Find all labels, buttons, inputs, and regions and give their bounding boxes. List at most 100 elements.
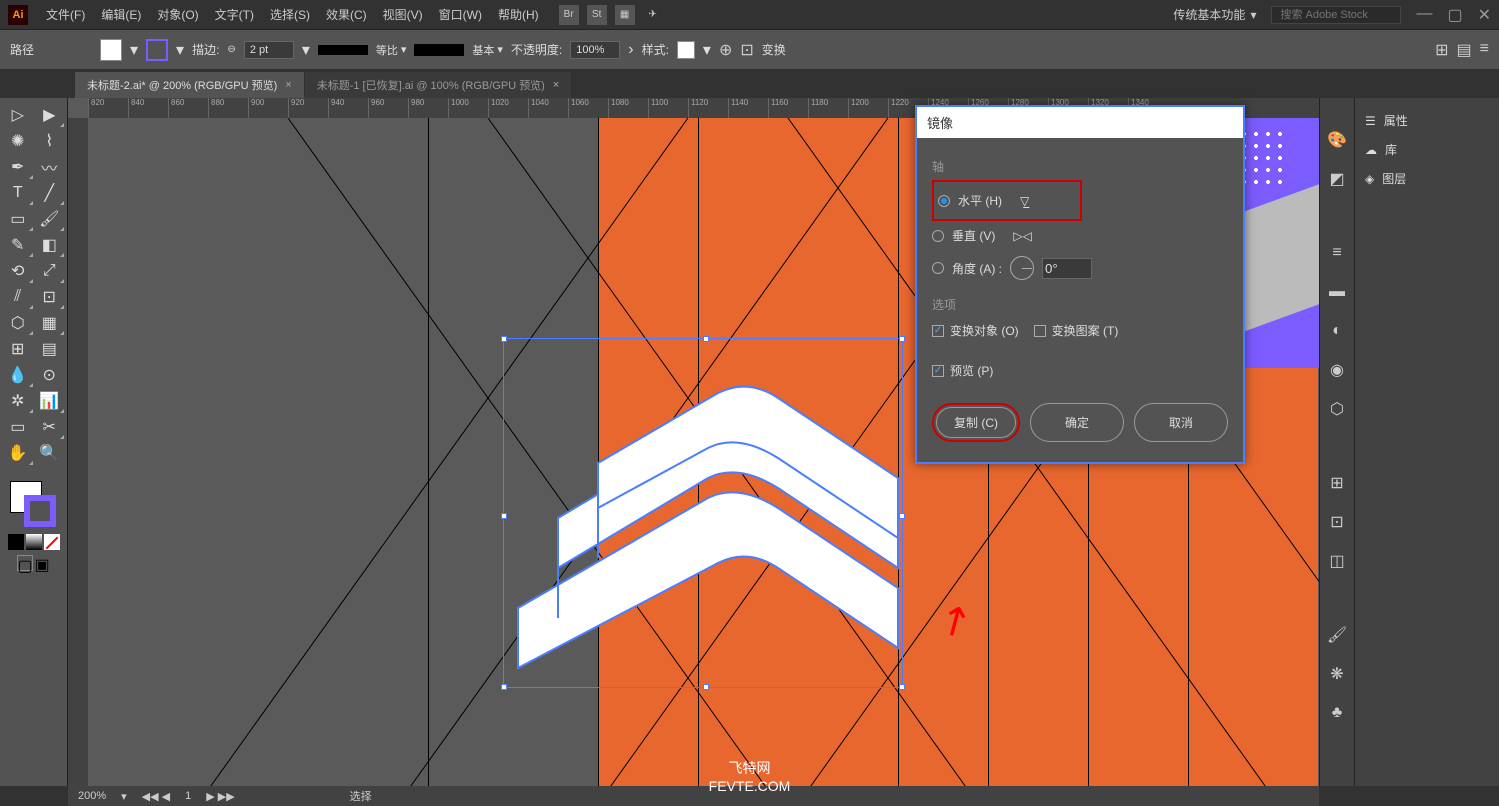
layers-panel-tab[interactable]: ◈ 图层 — [1355, 164, 1499, 193]
direct-selection-tool[interactable]: ▶ — [34, 102, 66, 128]
eyedropper-tool[interactable]: 💧 — [2, 362, 34, 388]
menu-window[interactable]: 窗口(W) — [431, 6, 490, 23]
swatches-panel-icon[interactable]: ◩ — [1325, 167, 1349, 191]
perspective-tool[interactable]: ▦ — [34, 310, 66, 336]
menu-help[interactable]: 帮助(H) — [490, 6, 547, 23]
transform-label[interactable]: 变换 — [762, 41, 786, 58]
zoom-tool[interactable]: 🔍 — [34, 440, 66, 466]
gpu-icon[interactable]: ✈ — [643, 5, 663, 25]
ok-button[interactable]: 确定 — [1030, 403, 1124, 442]
blend-tool[interactable]: ⊙ — [34, 362, 66, 388]
properties-panel-tab[interactable]: ☰ 属性 — [1355, 106, 1499, 135]
panel-toggle-icon-2[interactable]: ▤ — [1457, 40, 1472, 60]
selection-bounding-box[interactable] — [503, 338, 903, 688]
eraser-tool[interactable]: ◧ — [34, 232, 66, 258]
recolor-icon[interactable]: ⊕ — [719, 40, 732, 60]
rotate-tool[interactable]: ⟲ — [2, 258, 34, 284]
graphic-styles-panel-icon[interactable]: ⬡ — [1325, 397, 1349, 421]
color-swatch[interactable] — [8, 534, 24, 550]
magic-wand-tool[interactable]: ✺ — [2, 128, 34, 154]
mesh-tool[interactable]: ⊞ — [2, 336, 34, 362]
pathfinder-panel-icon[interactable]: ◫ — [1325, 549, 1349, 573]
appearance-panel-icon[interactable]: ◉ — [1325, 358, 1349, 382]
menu-file[interactable]: 文件(F) — [38, 6, 93, 23]
document-tab-active[interactable]: 未标题-2.ai* @ 200% (RGB/GPU 预览) × — [75, 72, 305, 98]
arrange-icon[interactable]: ▦ — [615, 5, 635, 25]
graphic-style-swatch[interactable] — [677, 41, 695, 59]
stroke-panel-icon[interactable]: ≡ — [1325, 241, 1349, 265]
free-transform-tool[interactable]: ⊡ — [34, 284, 66, 310]
radio-vertical[interactable]: 垂直 (V) ▷◁ — [932, 221, 1228, 250]
transform-panel-icon[interactable]: ⊡ — [1325, 510, 1349, 534]
fill-stroke-indicator[interactable] — [10, 481, 58, 529]
checkbox-preview[interactable]: ✓ 预览 (P) — [932, 358, 1228, 383]
radio-angle[interactable]: 角度 (A) : — [932, 250, 1228, 286]
angle-dial-icon[interactable] — [1010, 256, 1034, 280]
panel-menu-icon[interactable]: ≡ — [1480, 40, 1489, 60]
cancel-button[interactable]: 取消 — [1134, 403, 1228, 442]
gradient-panel-icon[interactable]: ▬ — [1325, 280, 1349, 304]
paintbrush-tool[interactable]: 🖌 — [34, 206, 66, 232]
shaper-tool[interactable]: ✎ — [2, 232, 34, 258]
libraries-panel-tab[interactable]: ☁ 库 — [1355, 135, 1499, 164]
minimize-icon[interactable]: — — [1416, 5, 1432, 25]
angle-input[interactable] — [1042, 258, 1092, 279]
radio-horizontal[interactable]: 水平 (H) ▽̲ — [938, 186, 1076, 215]
document-tab[interactable]: 未标题-1 [已恢复].ai @ 100% (RGB/GPU 预览) × — [305, 72, 573, 98]
misc-panel-icon[interactable]: ♣ — [1325, 701, 1349, 725]
transparency-panel-icon[interactable]: ◐ — [1325, 319, 1349, 343]
workspace-switcher[interactable]: 传统基本功能▾ — [1173, 6, 1256, 23]
zoom-level[interactable]: 200% — [78, 790, 106, 802]
none-swatch[interactable] — [44, 534, 60, 550]
screen-mode-icon[interactable]: ▢ — [17, 555, 33, 571]
stroke-proportion[interactable]: 等比 ▾ — [376, 42, 407, 58]
selection-tool[interactable]: ▷ — [2, 102, 34, 128]
checkbox-transform-objects[interactable]: ✓ 变换对象 (O) — [932, 318, 1019, 343]
artboard-nav-prev[interactable]: ◀◀ ◀ — [142, 790, 170, 803]
brush-style[interactable]: 基本 ▾ — [472, 42, 503, 58]
menu-view[interactable]: 视图(V) — [375, 6, 431, 23]
stock-icon[interactable]: St — [587, 5, 607, 25]
brushes-panel-icon[interactable]: 🖌 — [1325, 623, 1349, 647]
checkbox-transform-patterns[interactable]: 变换图案 (T) — [1034, 318, 1119, 343]
menu-edit[interactable]: 编辑(E) — [93, 6, 149, 23]
slice-tool[interactable]: ✂ — [34, 414, 66, 440]
copy-button[interactable]: 复制 (C) — [936, 407, 1016, 438]
scale-tool[interactable]: ⤢ — [34, 258, 66, 284]
color-panel-icon[interactable]: 🎨 — [1325, 128, 1349, 152]
maximize-icon[interactable]: ▢ — [1447, 5, 1462, 25]
curvature-tool[interactable]: 〰 — [34, 154, 66, 180]
search-stock-input[interactable] — [1271, 6, 1401, 24]
menu-effect[interactable]: 效果(C) — [318, 6, 375, 23]
fill-color-swatch[interactable] — [100, 39, 122, 61]
tab-close-icon[interactable]: × — [285, 79, 291, 91]
stroke-profile[interactable] — [318, 45, 368, 55]
lasso-tool[interactable]: ⌇ — [34, 128, 66, 154]
stroke-color-swatch[interactable] — [146, 39, 168, 61]
menu-object[interactable]: 对象(O) — [149, 6, 206, 23]
gradient-tool[interactable]: ▤ — [34, 336, 66, 362]
panel-toggle-icon[interactable]: ⊞ — [1435, 40, 1448, 60]
menu-type[interactable]: 文字(T) — [207, 6, 262, 23]
hand-tool[interactable]: ✋ — [2, 440, 34, 466]
line-tool[interactable]: ╱ — [34, 180, 66, 206]
stroke-weight-input[interactable] — [244, 41, 294, 59]
graph-tool[interactable]: 📊 — [34, 388, 66, 414]
symbol-sprayer-tool[interactable]: ✲ — [2, 388, 34, 414]
rectangle-tool[interactable]: ▭ — [2, 206, 34, 232]
gradient-swatch[interactable] — [26, 534, 42, 550]
bridge-icon[interactable]: Br — [559, 5, 579, 25]
opacity-input[interactable] — [570, 41, 620, 59]
artboard-nav-next[interactable]: ▶ ▶▶ — [206, 790, 234, 803]
close-icon[interactable]: ✕ — [1478, 5, 1491, 25]
artboard-number[interactable]: 1 — [185, 790, 191, 802]
menu-select[interactable]: 选择(S) — [262, 6, 318, 23]
align-panel-icon[interactable]: ⊞ — [1325, 471, 1349, 495]
shape-builder-tool[interactable]: ⬡ — [2, 310, 34, 336]
width-tool[interactable]: ⫽ — [2, 284, 34, 310]
artboard-tool[interactable]: ▭ — [2, 414, 34, 440]
tab-close-icon[interactable]: × — [553, 79, 559, 91]
type-tool[interactable]: T — [2, 180, 34, 206]
align-icon[interactable]: ⊡ — [740, 40, 753, 60]
symbols-panel-icon[interactable]: ❋ — [1325, 662, 1349, 686]
